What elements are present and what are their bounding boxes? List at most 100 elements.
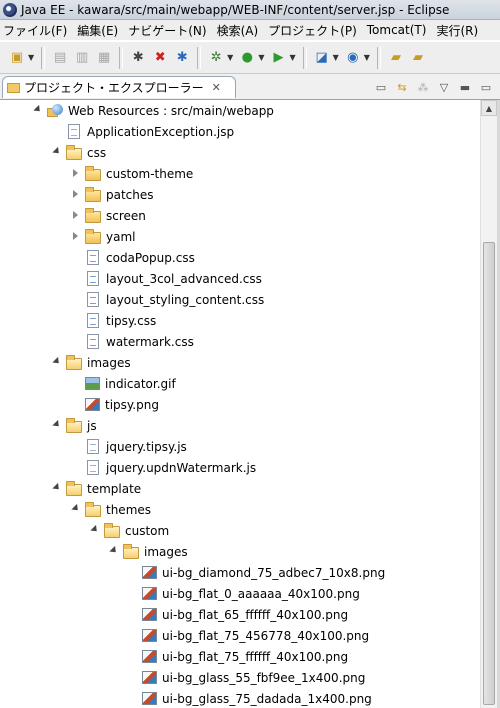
menu-navigate[interactable]: ナビゲート(N) xyxy=(123,22,211,39)
tree-item[interactable]: template xyxy=(51,478,141,499)
tree-item-label: ui-bg_flat_0_aaaaaa_40x100.png xyxy=(162,586,360,601)
maximize-icon[interactable]: ▭ xyxy=(478,79,494,95)
expanded-arrow-icon[interactable] xyxy=(51,357,62,368)
tree-item-label: ui-bg_flat_75_456778_40x100.png xyxy=(162,628,370,643)
tree-item[interactable]: patches xyxy=(70,184,154,205)
save-all-icon[interactable]: ▥ xyxy=(73,49,91,67)
debug-icon[interactable]: ✲ xyxy=(207,49,225,67)
tree-item[interactable]: ui-bg_flat_75_ffffff_40x100.png xyxy=(127,646,348,667)
menu-bar: ファイル(F) 編集(E) ナビゲート(N) 検索(A) プロジェクト(P) T… xyxy=(0,20,500,40)
filters-icon[interactable]: ⁂ xyxy=(415,79,431,95)
run-dropdown-icon[interactable]: ▼ xyxy=(258,53,264,62)
new-service-dropdown-icon[interactable]: ▼ xyxy=(364,53,370,62)
external-tools-dropdown-icon[interactable]: ▼ xyxy=(289,53,295,62)
open-type-icon[interactable]: ▰ xyxy=(409,49,427,67)
tree-item-label: screen xyxy=(106,208,146,223)
tree-item[interactable]: ui-bg_diamond_75_adbec7_10x8.png xyxy=(127,562,385,583)
new-server-dropdown-icon[interactable]: ▼ xyxy=(333,53,339,62)
window-title: Java EE - kawara/src/main/webapp/WEB-INF… xyxy=(21,2,450,17)
menu-edit[interactable]: 編集(E) xyxy=(72,22,123,39)
expanded-arrow-icon[interactable] xyxy=(51,483,62,494)
tree-item[interactable]: jquery.updnWatermark.js xyxy=(70,457,256,478)
new-service-icon[interactable]: ◉ xyxy=(344,49,362,67)
menu-file[interactable]: ファイル(F) xyxy=(0,22,72,39)
image-file-icon xyxy=(142,608,157,621)
tree-item[interactable]: layout_3col_advanced.css xyxy=(70,268,262,289)
eclipse-icon xyxy=(3,2,17,17)
menu-search[interactable]: 検索(A) xyxy=(212,22,264,39)
menu-tomcat[interactable]: Tomcat(T) xyxy=(362,23,432,37)
print-icon[interactable]: ▦ xyxy=(95,49,113,67)
collapsed-arrow-icon[interactable] xyxy=(70,189,81,200)
debug-dropdown-icon[interactable]: ▼ xyxy=(227,53,233,62)
tree-item-label: custom xyxy=(125,523,170,538)
tree-item[interactable]: layout_styling_content.css xyxy=(70,289,264,310)
tree-item[interactable]: images xyxy=(51,352,131,373)
tree-item-label: css xyxy=(87,145,107,160)
tree-item[interactable]: ui-bg_glass_75_dadada_1x400.png xyxy=(127,688,372,708)
vertical-scrollbar[interactable]: ▲ xyxy=(480,100,498,708)
tree-item[interactable]: js xyxy=(51,415,97,436)
expanded-arrow-icon[interactable] xyxy=(51,420,62,431)
tree-item[interactable]: tipsy.css xyxy=(70,310,156,331)
tree-item[interactable]: codaPopup.css xyxy=(70,247,195,268)
expanded-arrow-icon[interactable] xyxy=(89,525,100,536)
folder-icon xyxy=(66,354,82,370)
tree-item[interactable]: images xyxy=(108,541,188,562)
scrollbar-thumb[interactable] xyxy=(483,242,495,705)
save-icon[interactable]: ▤ xyxy=(51,49,69,67)
external-tools-icon[interactable]: ▶ xyxy=(269,49,287,67)
tree-item[interactable]: ui-bg_flat_0_aaaaaa_40x100.png xyxy=(127,583,360,604)
tree-item[interactable]: tipsy.png xyxy=(70,394,159,415)
image-file-icon xyxy=(142,671,157,684)
tree-item-label: ui-bg_glass_55_fbf9ee_1x400.png xyxy=(162,670,366,685)
run-icon[interactable]: ● xyxy=(238,49,256,67)
new-icon[interactable]: ▣ xyxy=(8,49,26,67)
bug-icon[interactable]: ✱ xyxy=(129,49,147,67)
scroll-up-icon[interactable]: ▲ xyxy=(481,100,497,116)
project-tree: Web Resources : src/main/webapp Applicati… xyxy=(0,100,480,708)
tree-item[interactable]: screen xyxy=(70,205,146,226)
menu-project[interactable]: プロジェクト(P) xyxy=(263,22,362,39)
menu-run[interactable]: 実行(R) xyxy=(431,22,483,39)
collapsed-arrow-icon[interactable] xyxy=(70,231,81,242)
collapsed-arrow-icon[interactable] xyxy=(70,168,81,179)
file-icon xyxy=(68,124,80,139)
tree-item[interactable]: yaml xyxy=(70,226,135,247)
close-icon[interactable]: ✕ xyxy=(212,81,221,94)
expanded-arrow-icon[interactable] xyxy=(51,147,62,158)
tree-item[interactable]: css xyxy=(51,142,106,163)
tree-item[interactable]: themes xyxy=(70,499,151,520)
bug-refresh-icon[interactable]: ✱ xyxy=(173,49,191,67)
expanded-arrow-icon[interactable] xyxy=(108,546,119,557)
tree-item[interactable]: jquery.tipsy.js xyxy=(70,436,187,457)
tab-project-explorer[interactable]: プロジェクト・エクスプローラー ✕ xyxy=(2,76,236,98)
tree-item[interactable]: ui-bg_flat_75_456778_40x100.png xyxy=(127,625,369,646)
open-folder-icon[interactable]: ▰ xyxy=(387,49,405,67)
tree-item[interactable]: ApplicationException.jsp xyxy=(51,121,234,142)
tree-item-label: template xyxy=(87,481,142,496)
minimize-icon[interactable]: ▬ xyxy=(457,79,473,95)
view-menu-icon[interactable]: ▽ xyxy=(436,79,452,95)
new-dropdown-icon[interactable]: ▼ xyxy=(28,53,34,62)
tree-item[interactable]: custom-theme xyxy=(70,163,193,184)
bug-delete-icon[interactable]: ✖ xyxy=(151,49,169,67)
image-file-icon xyxy=(142,587,157,600)
tree-item[interactable]: ui-bg_glass_55_fbf9ee_1x400.png xyxy=(127,667,365,688)
tree-item-label: images xyxy=(144,544,188,559)
collapsed-arrow-icon[interactable] xyxy=(70,210,81,221)
link-with-editor-icon[interactable]: ⇆ xyxy=(394,79,410,95)
tree-item[interactable]: custom xyxy=(89,520,169,541)
tree-item[interactable]: Web Resources : src/main/webapp xyxy=(32,100,274,121)
css-file-icon xyxy=(87,250,99,265)
new-server-icon[interactable]: ◪ xyxy=(313,49,331,67)
tree-item[interactable]: indicator.gif xyxy=(70,373,176,394)
expanded-arrow-icon[interactable] xyxy=(32,105,43,116)
tree-item[interactable]: watermark.css xyxy=(70,331,194,352)
expanded-arrow-icon[interactable] xyxy=(70,504,81,515)
tree-item[interactable]: ui-bg_flat_65_ffffff_40x100.png xyxy=(127,604,348,625)
collapse-all-icon[interactable]: ▭ xyxy=(373,79,389,95)
